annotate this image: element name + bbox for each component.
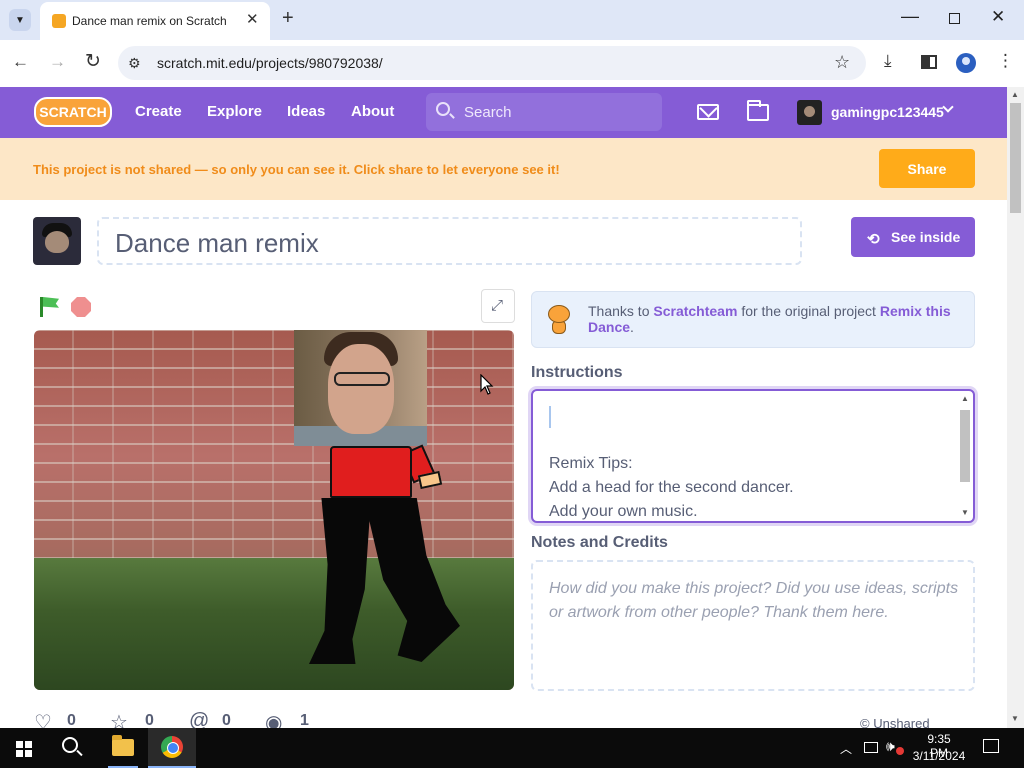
nav-about[interactable]: About	[351, 103, 394, 120]
taskbar-search-icon[interactable]	[62, 737, 78, 753]
file-explorer-icon[interactable]	[112, 735, 134, 756]
tab-close-icon[interactable]: ✕	[246, 10, 259, 28]
scratch-logo[interactable]: SCRATCH	[34, 97, 112, 127]
instructions-scrollbar[interactable]: ▲ ▼	[958, 394, 972, 520]
url-text[interactable]: scratch.mit.edu/projects/980792038/	[157, 55, 383, 71]
browser-toolbar: ← → ↻ ⚙ scratch.mit.edu/projects/9807920…	[0, 40, 1024, 87]
project-author-avatar[interactable]	[33, 217, 81, 265]
notifications-icon[interactable]	[983, 739, 999, 753]
fullscreen-button[interactable]: ⤢	[481, 289, 515, 323]
mute-badge-icon	[896, 747, 904, 755]
dancer-hand	[417, 470, 443, 490]
instructions-line: Remix Tips:	[549, 455, 633, 472]
clock-date[interactable]: 3/11/2024	[910, 749, 968, 763]
green-flag-icon[interactable]	[40, 297, 43, 317]
profile-icon[interactable]	[956, 53, 976, 73]
dancer-head-photo	[294, 330, 427, 446]
scratch-navbar: SCRATCH Create Explore Ideas About gamin…	[0, 87, 1007, 138]
messages-icon[interactable]	[697, 104, 719, 120]
site-info-icon[interactable]: ⚙	[128, 55, 141, 72]
window-maximize-icon[interactable]	[949, 13, 960, 24]
instructions-line: Add a head for the second dancer.	[549, 479, 794, 496]
window-minimize-icon[interactable]: —	[901, 6, 919, 27]
instructions-line: Add your own music.	[549, 503, 698, 520]
scroll-up-icon[interactable]: ▲	[1011, 90, 1019, 99]
nav-create[interactable]: Create	[135, 103, 182, 120]
instructions-textarea[interactable]: Remix Tips: Add a head for the second da…	[531, 389, 975, 523]
notes-placeholder: How did you make this project? Did you u…	[549, 580, 959, 621]
remix-author-link[interactable]: Scratchteam	[653, 303, 737, 319]
fullscreen-icon: ⤢	[491, 297, 504, 314]
window-close-icon[interactable]: ✕	[991, 7, 1005, 27]
side-panel-icon[interactable]	[921, 55, 937, 69]
scratch-cat-icon	[544, 302, 574, 336]
remix-credit: Thanks to Scratchteam for the original p…	[531, 291, 975, 348]
browser-tab-strip: ▼ Dance man remix on Scratch ✕ + — ✕	[0, 0, 1024, 40]
scroll-down-icon[interactable]: ▼	[961, 508, 969, 517]
dancer-shirt	[330, 446, 412, 498]
back-icon[interactable]: ←	[12, 52, 29, 72]
user-avatar[interactable]	[797, 100, 822, 125]
tray-chevron-up-icon[interactable]: ︿	[840, 740, 852, 757]
text-caret	[549, 406, 551, 428]
windows-start-icon[interactable]	[16, 741, 32, 757]
not-shared-banner: This project is not shared — so only you…	[0, 138, 1007, 200]
search-box[interactable]	[426, 93, 662, 131]
search-icon	[436, 102, 450, 116]
network-icon[interactable]	[864, 742, 878, 753]
banner-text: This project is not shared — so only you…	[33, 162, 560, 177]
stop-sign-icon[interactable]	[71, 297, 91, 317]
notes-heading: Notes and Credits	[531, 534, 668, 551]
tab-active[interactable]: Dance man remix on Scratch ✕	[40, 2, 270, 40]
page-scrollbar[interactable]: ▲ ▼	[1007, 87, 1024, 728]
chrome-icon[interactable]	[161, 736, 183, 758]
tab-title: Dance man remix on Scratch	[72, 14, 227, 28]
search-input[interactable]	[464, 102, 654, 122]
windows-taskbar: ︿ 🕪 9:35 PM 3/11/2024	[0, 728, 1024, 768]
scroll-down-icon[interactable]: ▼	[1011, 714, 1019, 723]
forward-icon[interactable]: →	[49, 52, 66, 72]
chevron-down-icon[interactable]	[942, 101, 954, 113]
see-inside-button[interactable]: ⟲ See inside	[851, 217, 975, 257]
my-stuff-folder-icon[interactable]	[747, 100, 769, 121]
address-bar[interactable]: ⚙ scratch.mit.edu/projects/980792038/ ☆	[118, 46, 866, 80]
project-title[interactable]: Dance man remix	[115, 228, 319, 259]
scroll-thumb[interactable]	[960, 410, 970, 482]
share-button[interactable]: Share	[879, 149, 975, 188]
project-title-field[interactable]: Dance man remix	[97, 217, 802, 265]
new-tab-icon[interactable]: +	[282, 7, 294, 30]
tab-search-dropdown-icon[interactable]: ▼	[9, 9, 31, 31]
see-inside-label: See inside	[891, 229, 961, 245]
instructions-heading: Instructions	[531, 364, 623, 381]
scroll-up-icon[interactable]: ▲	[961, 394, 969, 403]
reload-icon[interactable]: ↻	[85, 50, 101, 73]
bookmark-star-icon[interactable]: ☆	[834, 52, 850, 73]
browser-menu-icon[interactable]: ⋮	[997, 51, 1014, 71]
download-icon[interactable]: ⤓	[884, 51, 892, 71]
notes-textarea[interactable]: How did you make this project? Did you u…	[531, 560, 975, 691]
remix-arrows-icon: ⟲	[867, 231, 880, 248]
scroll-thumb[interactable]	[1010, 103, 1021, 213]
username[interactable]: gamingpc123445	[831, 104, 944, 120]
nav-explore[interactable]: Explore	[207, 103, 262, 120]
scratch-favicon-icon	[52, 14, 66, 28]
remix-credit-text: Thanks to Scratchteam for the original p…	[588, 303, 951, 335]
project-stage[interactable]	[34, 330, 514, 690]
nav-ideas[interactable]: Ideas	[287, 103, 325, 120]
volume-icon[interactable]: 🕪	[886, 738, 895, 755]
